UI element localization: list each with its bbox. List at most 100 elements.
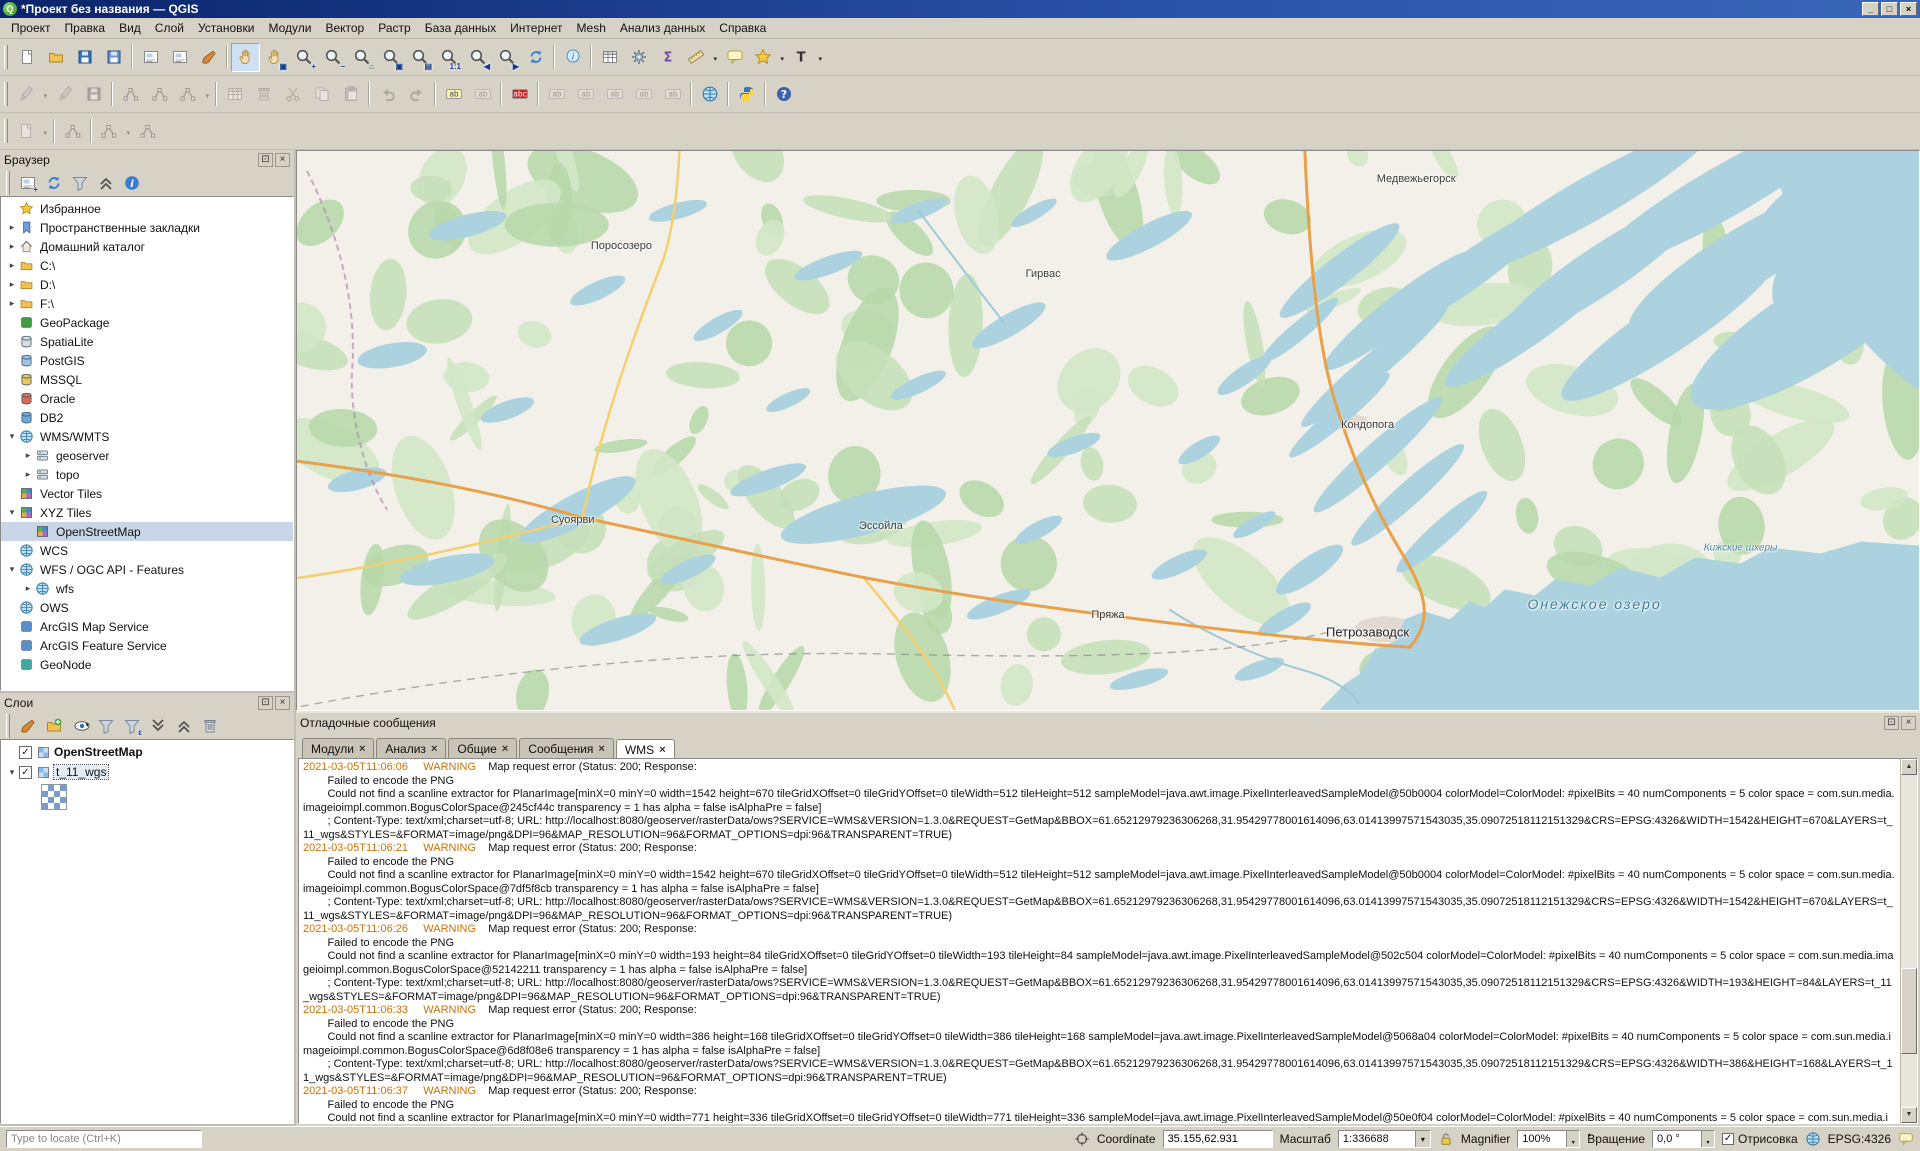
toolbar-grip[interactable] xyxy=(6,171,10,195)
options-button[interactable] xyxy=(624,43,653,72)
scrollbar-thumb[interactable] xyxy=(1901,968,1917,1054)
tree-expand-icon[interactable]: ▸ xyxy=(5,241,19,252)
current-edits-dropdown-icon[interactable]: ▾ xyxy=(43,92,47,100)
layer-item-t-11-wgs-layer[interactable]: ▾✓t_11_wgs xyxy=(1,762,293,782)
layer-expand-icon[interactable]: ▾ xyxy=(5,767,19,778)
add-selected-layers-button[interactable]: + xyxy=(16,171,40,195)
browser-item-arcgis-feature-service[interactable]: ArcGIS Feature Service xyxy=(1,636,293,655)
measure-line-button[interactable]: ▾ xyxy=(682,43,720,72)
browser-item-oracle[interactable]: Oracle xyxy=(1,389,293,408)
project-new-button[interactable] xyxy=(12,43,41,72)
tab-close-icon[interactable]: × xyxy=(359,744,365,754)
filter-browser-button[interactable] xyxy=(68,171,92,195)
menu-item-11[interactable]: Анализ данных xyxy=(613,19,712,37)
browser-item-geoserver[interactable]: ▸geoserver xyxy=(1,446,293,465)
toolbar-grip[interactable] xyxy=(4,119,8,143)
project-save-as-button[interactable] xyxy=(99,43,128,72)
open-layer-styling-button[interactable] xyxy=(16,714,40,738)
browser-item-wms-wmts[interactable]: ▾WMS/WMTS xyxy=(1,427,293,446)
log-tab-модули[interactable]: Модули× xyxy=(302,738,374,758)
browser-item-postgis[interactable]: PostGIS xyxy=(1,351,293,370)
refresh-browser-button[interactable] xyxy=(42,171,66,195)
browser-item-home[interactable]: ▸Домашний каталог xyxy=(1,237,293,256)
log-close-button[interactable]: × xyxy=(1901,716,1916,730)
menu-item-7[interactable]: Растр xyxy=(371,19,417,37)
project-open-button[interactable] xyxy=(41,43,70,72)
zoom-native-button[interactable]: 1:1 xyxy=(434,43,463,72)
tree-expand-icon[interactable]: ▸ xyxy=(5,222,19,233)
coordinate-input[interactable] xyxy=(1163,1130,1273,1148)
filter-by-expression-button[interactable]: ε xyxy=(120,714,144,738)
help-contents-button[interactable]: ? xyxy=(769,80,798,109)
pan-map-button[interactable] xyxy=(231,43,260,72)
browser-item-vector-tiles[interactable]: Vector Tiles xyxy=(1,484,293,503)
menu-item-2[interactable]: Вид xyxy=(112,19,148,37)
menu-item-1[interactable]: Правка xyxy=(58,19,113,37)
scale-combo[interactable]: 1:336688 ▾ xyxy=(1338,1130,1431,1148)
toolbar-grip[interactable] xyxy=(6,714,10,738)
log-float-button[interactable]: ⊡ xyxy=(1884,716,1899,730)
measure-line-dropdown-icon[interactable]: ▾ xyxy=(713,55,717,63)
copy-move-feature-dropdown-icon[interactable]: ▾ xyxy=(126,129,130,137)
zoom-next-button[interactable]: ▶ xyxy=(492,43,521,72)
highlight-labels-button[interactable]: abc xyxy=(505,80,534,109)
browser-item-xyz-tiles[interactable]: ▾XYZ Tiles xyxy=(1,503,293,522)
browser-item-db2[interactable]: DB2 xyxy=(1,408,293,427)
magnifier-spinner[interactable]: 100% ▴▾ xyxy=(1517,1130,1580,1148)
collapse-all-layers-button[interactable] xyxy=(172,714,196,738)
browser-item-spatial-bookmarks[interactable]: ▸Пространственные закладки xyxy=(1,218,293,237)
add-group-button[interactable] xyxy=(42,714,66,738)
scroll-up-icon[interactable]: ▲ xyxy=(1901,759,1917,775)
layout-manager-button[interactable] xyxy=(165,43,194,72)
menu-item-0[interactable]: Проект xyxy=(4,19,58,37)
tree-collapse-icon[interactable]: ▾ xyxy=(5,507,19,518)
browser-item-drive-d[interactable]: ▸D:\ xyxy=(1,275,293,294)
close-button[interactable]: × xyxy=(1900,2,1917,16)
log-tab-общие[interactable]: Общие× xyxy=(448,738,517,758)
scale-dropdown-icon[interactable]: ▾ xyxy=(1415,1131,1430,1147)
browser-item-topo[interactable]: ▸topo xyxy=(1,465,293,484)
menu-item-5[interactable]: Модули xyxy=(261,19,318,37)
layer-item-openstreetmap-layer[interactable]: ✓OpenStreetMap xyxy=(1,742,293,762)
manage-map-themes-dropdown-icon[interactable]: ▾ xyxy=(85,721,89,729)
open-attribute-table-button[interactable] xyxy=(595,43,624,72)
toolbar-grip[interactable] xyxy=(4,82,8,106)
minimize-button[interactable]: _ xyxy=(1862,2,1879,16)
map-canvas[interactable]: ПоросозероМедвежьегорскГирвасКондопогаСу… xyxy=(296,150,1920,711)
browser-close-button[interactable]: × xyxy=(275,153,290,167)
browser-item-spatialite[interactable]: SpatiaLite xyxy=(1,332,293,351)
tree-expand-icon[interactable]: ▸ xyxy=(5,298,19,309)
identify-features-button[interactable]: i xyxy=(558,43,587,72)
properties-widget-button[interactable]: i xyxy=(120,171,144,195)
log-tab-сообщения[interactable]: Сообщения× xyxy=(519,738,614,758)
layer-visibility-checkbox[interactable]: ✓ xyxy=(19,766,32,779)
tree-collapse-icon[interactable]: ▾ xyxy=(5,431,19,442)
pan-to-selection-button[interactable]: ▣ xyxy=(260,43,289,72)
vertex-tool-dropdown-icon[interactable]: ▾ xyxy=(205,92,209,100)
tab-close-icon[interactable]: × xyxy=(659,745,665,755)
text-annotation-dropdown-icon[interactable]: ▾ xyxy=(818,55,822,63)
tree-expand-icon[interactable]: ▸ xyxy=(21,450,35,461)
expand-all-button[interactable] xyxy=(146,714,170,738)
menu-item-8[interactable]: База данных xyxy=(418,19,503,37)
tree-expand-icon[interactable]: ▸ xyxy=(5,279,19,290)
filter-legend-button[interactable] xyxy=(94,714,118,738)
zoom-out-button[interactable]: − xyxy=(318,43,347,72)
log-tab-анализ[interactable]: Анализ× xyxy=(376,738,446,758)
tree-expand-icon[interactable]: ▸ xyxy=(5,260,19,271)
scrollbar-track[interactable] xyxy=(1901,775,1917,1107)
tree-expand-icon[interactable]: ▸ xyxy=(21,469,35,480)
browser-item-drive-f[interactable]: ▸F:\ xyxy=(1,294,293,313)
render-checkbox-box[interactable]: ✓ xyxy=(1722,1133,1734,1145)
browser-item-openstreetmap[interactable]: OpenStreetMap xyxy=(1,522,293,541)
magnifier-spin-icons[interactable]: ▴▾ xyxy=(1566,1131,1579,1147)
menu-item-10[interactable]: Mesh xyxy=(570,19,613,37)
tab-close-icon[interactable]: × xyxy=(502,744,508,754)
new-print-layout-button[interactable] xyxy=(136,43,165,72)
coordinate-capture-icon[interactable] xyxy=(1074,1131,1090,1147)
remove-layer-button[interactable] xyxy=(198,714,222,738)
zoom-in-button[interactable]: + xyxy=(289,43,318,72)
zoom-full-button[interactable]: ⌂ xyxy=(347,43,376,72)
map-tips-button[interactable] xyxy=(720,43,749,72)
show-statistical-summary-button[interactable]: Σ xyxy=(653,43,682,72)
